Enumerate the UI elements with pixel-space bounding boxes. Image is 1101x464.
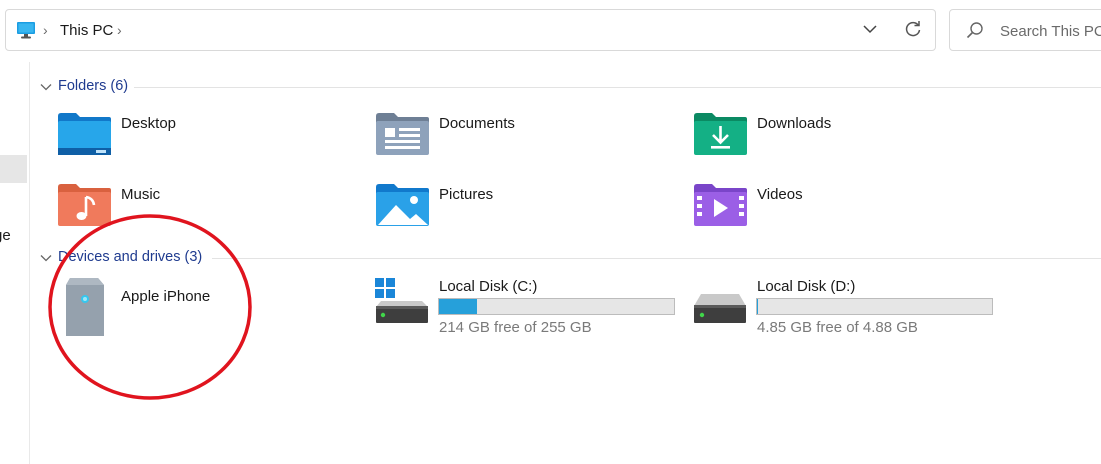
- folder-label[interactable]: Pictures: [439, 186, 493, 203]
- folder-label[interactable]: Desktop: [121, 115, 176, 132]
- folder-label[interactable]: Documents: [439, 115, 515, 132]
- videos-folder-icon: [694, 183, 748, 227]
- this-pc-monitor-icon: [16, 21, 36, 39]
- desktop-folder-icon: [58, 112, 112, 156]
- nav-pane-selected-item[interactable]: [0, 155, 27, 183]
- drive-usage-fill: [757, 299, 759, 314]
- folder-label[interactable]: Music: [121, 186, 160, 203]
- search-box[interactable]: Search This PC: [949, 9, 1101, 51]
- device-label[interactable]: Apple iPhone: [121, 288, 210, 305]
- folder-label[interactable]: Videos: [757, 186, 803, 203]
- music-folder-icon: [58, 183, 112, 227]
- drive-usage-bar: [756, 298, 993, 315]
- address-bar[interactable]: › This PC ›: [5, 9, 936, 51]
- windows-drive-icon: [374, 277, 430, 325]
- breadcrumb-chevron-icon[interactable]: ›: [43, 22, 48, 38]
- devices-group-header[interactable]: Devices and drives (3): [58, 249, 202, 265]
- history-dropdown-icon[interactable]: [863, 24, 877, 34]
- drive-free-space: 4.85 GB free of 4.88 GB: [757, 319, 918, 336]
- search-placeholder[interactable]: Search This PC: [1000, 23, 1101, 40]
- folders-collapse-chevron-icon[interactable]: [40, 81, 52, 93]
- nav-pane-item-label[interactable]: ge: [0, 227, 11, 244]
- drive-icon: [692, 277, 748, 325]
- drive-usage-fill: [439, 299, 477, 314]
- drive-free-space: 214 GB free of 255 GB: [439, 319, 592, 336]
- search-icon: [966, 21, 984, 39]
- pictures-folder-icon: [376, 183, 430, 227]
- documents-folder-icon: [376, 112, 430, 156]
- devices-collapse-chevron-icon[interactable]: [40, 252, 52, 264]
- group-divider: [212, 258, 1101, 259]
- annotation-ellipse: [48, 214, 252, 400]
- portable-device-icon: [64, 276, 106, 338]
- drive-usage-bar: [438, 298, 675, 315]
- group-divider: [134, 87, 1101, 88]
- nav-pane-divider: [29, 62, 30, 464]
- folder-label[interactable]: Downloads: [757, 115, 831, 132]
- breadcrumb-chevron-icon[interactable]: ›: [117, 22, 122, 38]
- drive-label[interactable]: Local Disk (C:): [439, 278, 537, 295]
- breadcrumb-this-pc[interactable]: This PC: [60, 22, 113, 39]
- drive-label[interactable]: Local Disk (D:): [757, 278, 855, 295]
- downloads-folder-icon: [694, 112, 748, 156]
- refresh-icon[interactable]: [904, 20, 922, 38]
- folders-group-header[interactable]: Folders (6): [58, 78, 128, 94]
